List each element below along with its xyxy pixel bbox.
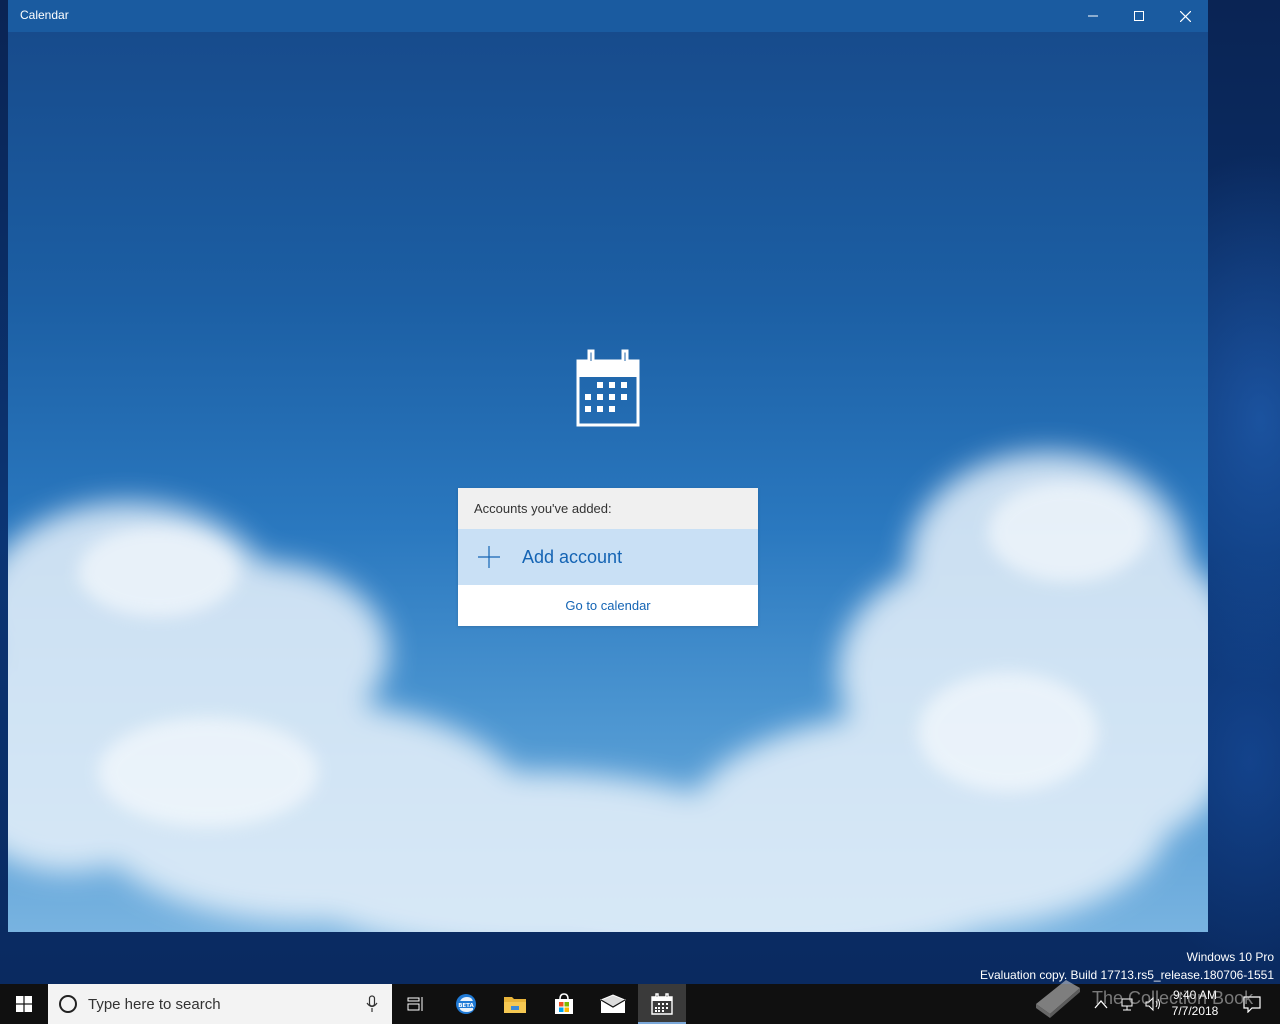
mail-icon	[600, 994, 626, 1013]
maximize-button[interactable]	[1116, 0, 1162, 32]
window-title: Calendar	[20, 8, 69, 22]
close-button[interactable]	[1162, 0, 1208, 32]
edge-beta-icon: BETA	[456, 994, 476, 1014]
title-bar[interactable]: Calendar	[8, 0, 1208, 32]
search-box[interactable]: Type here to search	[48, 984, 392, 1024]
task-view-icon	[407, 997, 423, 1011]
close-icon	[1179, 10, 1191, 22]
store-icon	[555, 993, 573, 1014]
cortana-icon	[59, 995, 77, 1013]
go-to-calendar-link[interactable]: Go to calendar	[458, 585, 758, 626]
add-account-button[interactable]: Add account	[458, 529, 758, 585]
search-placeholder: Type here to search	[88, 995, 221, 1013]
accounts-panel: Accounts you've added: Add account Go to…	[458, 488, 758, 626]
calendar-window: Calendar Accounts you've added: Add acco…	[8, 0, 1208, 932]
start-button[interactable]	[0, 984, 48, 1024]
accounts-header: Accounts you've added:	[458, 488, 758, 529]
book-logo-icon	[1036, 980, 1080, 1018]
plus-icon	[478, 546, 500, 568]
task-view-button[interactable]	[392, 984, 440, 1024]
calendar-icon	[576, 349, 640, 427]
add-account-label: Add account	[522, 546, 623, 567]
calendar-taskbar-button[interactable]	[638, 984, 686, 1024]
mail-button[interactable]	[589, 984, 637, 1024]
brand-watermark-text: The Collection Book	[1092, 988, 1254, 1008]
edge-beta-button[interactable]: BETA	[442, 984, 490, 1024]
microphone-icon[interactable]	[366, 995, 378, 1013]
minimize-icon	[1088, 15, 1098, 17]
edition-watermark: Windows 10 Pro	[1186, 950, 1274, 964]
svg-text:BETA: BETA	[458, 1003, 474, 1009]
file-explorer-button[interactable]	[491, 984, 539, 1024]
cloud-background	[8, 452, 1208, 932]
brand-watermark: The Collection Book	[1030, 970, 1280, 1024]
file-explorer-icon	[504, 997, 526, 1013]
welcome-screen: Accounts you've added: Add account Go to…	[8, 32, 1208, 932]
windows-logo-icon	[16, 996, 32, 1012]
calendar-icon	[651, 993, 673, 1015]
maximize-icon	[1134, 11, 1144, 21]
store-button[interactable]	[540, 984, 588, 1024]
minimize-button[interactable]	[1070, 0, 1116, 32]
